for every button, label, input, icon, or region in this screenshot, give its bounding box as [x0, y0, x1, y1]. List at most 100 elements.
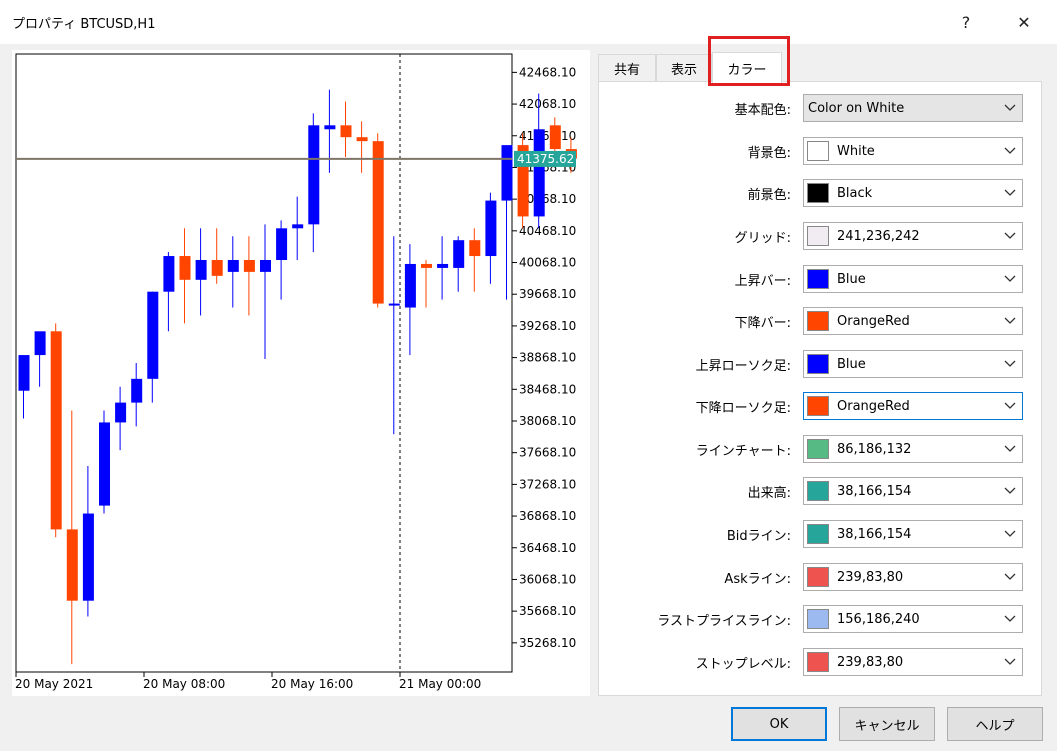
y-tick-label: 40068.10	[519, 256, 576, 270]
color-picker-dropdown[interactable]: 239,83,80	[803, 648, 1023, 676]
x-tick-label: 20 May 16:00	[271, 677, 353, 691]
chevron-down-icon	[998, 95, 1022, 121]
color-swatch	[807, 524, 829, 544]
color-picker-dropdown[interactable]: OrangeRed	[803, 307, 1023, 335]
color-picker-dropdown[interactable]: OrangeRed	[803, 392, 1023, 420]
chevron-down-icon	[998, 308, 1022, 334]
candle-body	[533, 129, 545, 217]
close-icon[interactable]: ✕	[1004, 8, 1044, 36]
y-tick-label: 36868.10	[519, 509, 576, 523]
color-swatch	[807, 226, 829, 246]
color-swatch	[807, 354, 829, 374]
color-picker-dropdown[interactable]: 38,166,154	[803, 477, 1023, 505]
y-tick-label: 38068.10	[519, 414, 576, 428]
color-row-label: ラストプライスライン:	[657, 613, 791, 629]
y-tick-label: 36068.10	[519, 572, 576, 586]
candle-body	[163, 256, 175, 292]
chevron-down-icon	[998, 564, 1022, 590]
chevron-down-icon	[998, 351, 1022, 377]
x-tick-label: 20 May 08:00	[143, 677, 225, 691]
tab-display[interactable]: 表示	[656, 54, 712, 82]
color-row: 背景色: White	[599, 135, 1043, 167]
color-row-label: 前景色:	[747, 187, 791, 203]
y-tick-label: 40468.10	[519, 224, 576, 238]
y-tick-label: 38468.10	[519, 382, 576, 396]
color-swatch	[807, 396, 829, 416]
dropdown-value: Color on White	[808, 100, 905, 116]
candle-body	[243, 260, 255, 272]
tab-colors[interactable]: カラー	[712, 52, 782, 83]
chevron-down-icon	[998, 649, 1022, 675]
color-picker-dropdown[interactable]: 241,236,242	[803, 222, 1023, 250]
candle-body	[404, 263, 416, 308]
color-row: 上昇ローソク足: Blue	[599, 348, 1043, 380]
color-row-label: 背景色:	[747, 145, 791, 161]
dropdown-value: 38,166,154	[837, 483, 912, 499]
y-tick-label: 37268.10	[519, 477, 576, 491]
color-picker-dropdown[interactable]: White	[803, 137, 1023, 165]
candle-body	[260, 260, 271, 272]
chevron-down-icon	[998, 606, 1022, 632]
color-swatch	[807, 609, 829, 629]
ok-button[interactable]: OK	[731, 707, 827, 741]
dropdown-value: Blue	[837, 271, 866, 287]
chevron-down-icon	[998, 393, 1022, 419]
dropdown-value: 241,236,242	[837, 228, 920, 244]
dropdown-value: 239,83,80	[837, 654, 904, 670]
candle-body	[34, 331, 46, 356]
color-picker-dropdown[interactable]: 38,166,154	[803, 520, 1023, 548]
candle-body	[18, 355, 30, 391]
candle-body	[421, 263, 432, 268]
color-picker-dropdown[interactable]: Blue	[803, 265, 1023, 293]
chevron-down-icon	[998, 223, 1022, 249]
color-row: 下降バー: OrangeRed	[599, 305, 1043, 337]
candle-body	[324, 125, 336, 130]
color-row: ラインチャート: 86,186,132	[599, 433, 1043, 465]
dropdown-value: OrangeRed	[837, 313, 910, 329]
candle-body	[372, 141, 384, 304]
color-row-label: Bidライン:	[726, 528, 791, 544]
y-tick-label: 39268.10	[519, 319, 576, 333]
candle-body	[227, 260, 239, 272]
candle-body	[99, 422, 110, 506]
color-swatch	[807, 311, 829, 331]
colors-panel: 基本配色: Color on White 背景色: White 前景色: Black グリッ…	[598, 81, 1042, 696]
y-tick-label: 38868.10	[519, 351, 576, 365]
candle-body	[356, 137, 368, 142]
scheme-dropdown[interactable]: Color on White	[803, 94, 1023, 122]
color-picker-dropdown[interactable]: 156,186,240	[803, 605, 1023, 633]
color-row-label: 出来高:	[747, 485, 791, 501]
color-row: 基本配色: Color on White	[599, 92, 1043, 124]
color-swatch	[807, 481, 829, 501]
candle-body	[276, 228, 288, 260]
color-row: Bidライン: 38,166,154	[599, 518, 1043, 550]
dropdown-value: 239,83,80	[837, 569, 904, 585]
chevron-down-icon	[998, 436, 1022, 462]
y-tick-label: 42468.10	[519, 65, 576, 79]
tab-common[interactable]: 共有	[598, 54, 656, 82]
y-tick-label: 35668.10	[519, 604, 576, 618]
cancel-button[interactable]: キャンセル	[839, 707, 935, 741]
color-row: ラストプライスライン: 156,186,240	[599, 603, 1043, 635]
help-icon[interactable]: ?	[946, 8, 986, 36]
color-swatch	[807, 439, 829, 459]
dropdown-value: 38,166,154	[837, 526, 912, 542]
color-row-label: 上昇バー:	[734, 273, 791, 289]
candle-body	[292, 224, 304, 229]
candle-body	[549, 125, 561, 150]
color-picker-dropdown[interactable]: Blue	[803, 350, 1023, 378]
y-tick-label: 35268.10	[519, 636, 576, 650]
y-tick-label: 42068.10	[519, 97, 576, 111]
y-tick-label: 39668.10	[519, 287, 576, 301]
x-tick-label: 21 May 00:00	[399, 677, 481, 691]
candle-body	[469, 240, 481, 257]
color-row: 前景色: Black	[599, 177, 1043, 209]
color-row: 出来高: 38,166,154	[599, 475, 1043, 507]
color-picker-dropdown[interactable]: 86,186,132	[803, 435, 1023, 463]
y-tick-label: 36468.10	[519, 541, 576, 555]
candle-body	[340, 125, 352, 138]
color-picker-dropdown[interactable]: Black	[803, 179, 1023, 207]
candle-body	[115, 402, 127, 423]
help-button[interactable]: ヘルプ	[947, 707, 1043, 741]
color-picker-dropdown[interactable]: 239,83,80	[803, 563, 1023, 591]
